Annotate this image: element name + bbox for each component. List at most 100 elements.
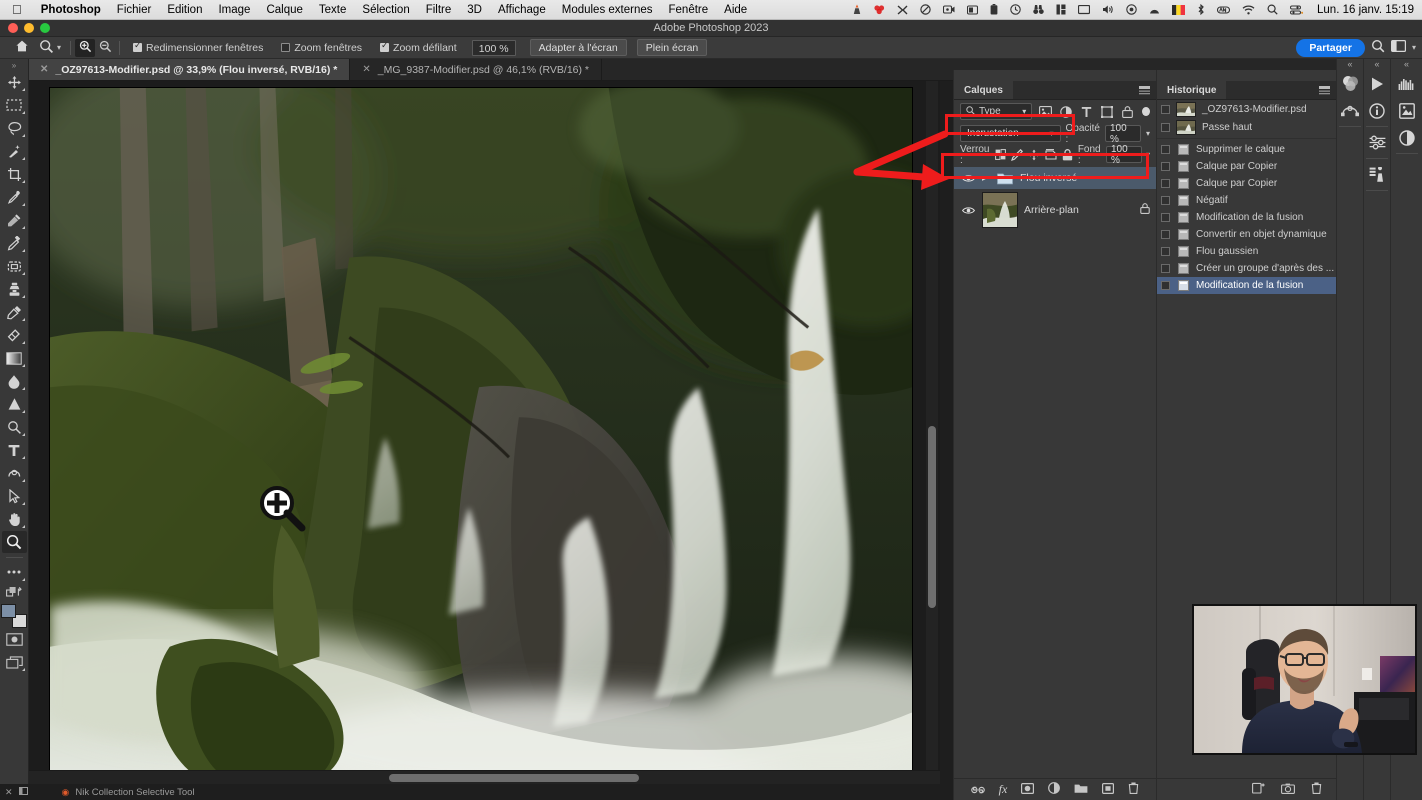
adobe-cc-icon[interactable]: [868, 4, 891, 15]
close-icon[interactable]: ✕: [40, 64, 48, 75]
zoom-out-button[interactable]: [95, 39, 115, 57]
history-state-row[interactable]: Flou gaussien: [1157, 243, 1336, 260]
document-tab-mg9387[interactable]: ✕ _MG_9387-Modifier.psd @ 46,1% (RVB/16)…: [350, 59, 603, 80]
info-icon[interactable]: [1364, 97, 1391, 124]
camera-app-icon[interactable]: [961, 4, 984, 15]
history-state-row-active[interactable]: Modification de la fusion: [1157, 277, 1336, 294]
spotlight-search-icon[interactable]: [1261, 4, 1284, 15]
snapshot-source-box[interactable]: [1161, 122, 1170, 132]
display-icon[interactable]: [1072, 4, 1096, 15]
color-wheel-icon[interactable]: [1337, 70, 1364, 97]
patch-tool[interactable]: [2, 255, 27, 277]
double-chevron-left-icon[interactable]: «: [1347, 59, 1352, 70]
swap-colors-button[interactable]: [2, 584, 27, 600]
histogram-icon[interactable]: [1393, 70, 1420, 97]
screen-mode-button[interactable]: [2, 651, 27, 673]
new-snapshot-icon[interactable]: [1281, 781, 1295, 799]
history-state-row[interactable]: Convertir en objet dynamique: [1157, 226, 1336, 243]
menu-affichage[interactable]: Affichage: [490, 4, 554, 16]
state-source-box[interactable]: [1161, 179, 1170, 188]
libraries-icon[interactable]: [1393, 97, 1420, 124]
document-tab-oz97613[interactable]: ✕ _OZ97613-Modifier.psd @ 33,9% (Flou in…: [28, 59, 351, 80]
panel-menu-icon[interactable]: [1319, 81, 1336, 99]
foreground-color-swatch[interactable]: [1, 604, 16, 618]
double-chevron-left-icon[interactable]: «: [1374, 59, 1379, 70]
menu-texte[interactable]: Texte: [311, 4, 355, 16]
new-group-icon[interactable]: [1074, 781, 1088, 799]
wifi-icon[interactable]: [1236, 5, 1261, 15]
layer-style-fx-icon[interactable]: fx: [999, 782, 1008, 797]
menu-fenetre[interactable]: Fenêtre: [661, 4, 717, 16]
canvas-vertical-scrollbar[interactable]: [928, 426, 936, 608]
history-panel-grip[interactable]: [1157, 70, 1336, 81]
adjustment-layer-icon[interactable]: [1048, 781, 1061, 799]
double-chevron-left-icon[interactable]: «: [1404, 59, 1409, 70]
opacity-value-field[interactable]: 100 %: [1104, 123, 1141, 145]
state-source-box[interactable]: [1161, 230, 1170, 239]
adjustments-sliders-icon[interactable]: [1364, 129, 1391, 156]
history-state-row[interactable]: Supprimer le calque: [1157, 141, 1336, 158]
vlc-icon[interactable]: [846, 4, 868, 15]
adjustments-circle-icon[interactable]: [1393, 124, 1420, 151]
history-snapshot-row[interactable]: _OZ97613-Modifier.psd: [1157, 100, 1336, 118]
spot-healing-tool[interactable]: [2, 209, 27, 231]
vpn-icon[interactable]: [1211, 5, 1236, 15]
color-swatches[interactable]: [1, 604, 27, 628]
state-source-box[interactable]: [1161, 162, 1170, 171]
chevron-down-icon[interactable]: ▾: [57, 43, 61, 52]
play-actions-icon[interactable]: [1364, 70, 1391, 97]
hand-tool[interactable]: [2, 508, 27, 530]
menu-image[interactable]: Image: [210, 4, 258, 16]
history-brush-tool[interactable]: [2, 301, 27, 323]
menu-fichier[interactable]: Fichier: [109, 4, 160, 16]
add-mask-icon[interactable]: [1021, 781, 1035, 799]
shape-filter-icon[interactable]: [1100, 103, 1114, 120]
binoculars-icon[interactable]: [1027, 4, 1050, 15]
history-state-row[interactable]: Calque par Copier: [1157, 175, 1336, 192]
belgium-flag-icon[interactable]: [1166, 4, 1191, 15]
layer-comps-icon[interactable]: [1364, 161, 1391, 188]
tab-calques[interactable]: Calques: [954, 81, 1013, 99]
volume-icon[interactable]: [1096, 4, 1120, 15]
type-filter-icon[interactable]: [1079, 103, 1093, 120]
history-snapshot-row[interactable]: Passe haut: [1157, 118, 1336, 136]
blur-tool[interactable]: [2, 370, 27, 392]
search-icon[interactable]: [1371, 39, 1385, 56]
state-source-box[interactable]: [1161, 145, 1170, 154]
tab-historique[interactable]: Historique: [1157, 81, 1227, 99]
close-icon[interactable]: ✕: [362, 64, 370, 75]
clone-stamp-tool[interactable]: [2, 278, 27, 300]
active-tool-indicator[interactable]: ▾: [34, 37, 66, 58]
resize-windows-checkbox[interactable]: Redimensionner fenêtres: [128, 37, 268, 58]
menu-edition[interactable]: Edition: [159, 4, 210, 16]
options-bar-grip[interactable]: [0, 37, 10, 58]
layers-panel-grip[interactable]: [954, 70, 1156, 81]
state-source-box[interactable]: [1161, 247, 1170, 256]
filter-power-toggle[interactable]: [1142, 107, 1150, 116]
panel-icon[interactable]: [18, 786, 28, 798]
delete-layer-icon[interactable]: [1128, 781, 1139, 799]
dodge-tool[interactable]: [2, 393, 27, 415]
home-button[interactable]: [10, 37, 34, 58]
state-source-box[interactable]: [1161, 264, 1170, 273]
shape-tool[interactable]: [2, 485, 27, 507]
arc-icon[interactable]: [1143, 4, 1166, 15]
stats-icon[interactable]: [1050, 4, 1072, 15]
link-layers-icon[interactable]: [970, 781, 985, 799]
new-layer-icon[interactable]: [1102, 781, 1115, 799]
control-center-icon[interactable]: [1284, 5, 1309, 15]
type-tool[interactable]: [2, 439, 27, 461]
workspace-icon[interactable]: [1390, 40, 1406, 55]
macos-clock[interactable]: Lun. 16 janv. 15:19: [1309, 4, 1414, 16]
create-document-from-state-icon[interactable]: [1252, 781, 1265, 799]
close-icon[interactable]: ✕: [5, 787, 13, 798]
eraser-tool[interactable]: [2, 324, 27, 346]
battery-icon[interactable]: [984, 4, 1004, 15]
record-icon[interactable]: [1120, 4, 1143, 15]
menu-modules-externes[interactable]: Modules externes: [554, 4, 661, 16]
double-chevron-icon[interactable]: »: [12, 61, 16, 71]
menu-photoshop[interactable]: Photoshop: [33, 4, 109, 16]
bluetooth-icon[interactable]: [1191, 4, 1211, 15]
share-button[interactable]: Partager: [1296, 38, 1365, 57]
panel-menu-icon[interactable]: [1139, 81, 1156, 99]
